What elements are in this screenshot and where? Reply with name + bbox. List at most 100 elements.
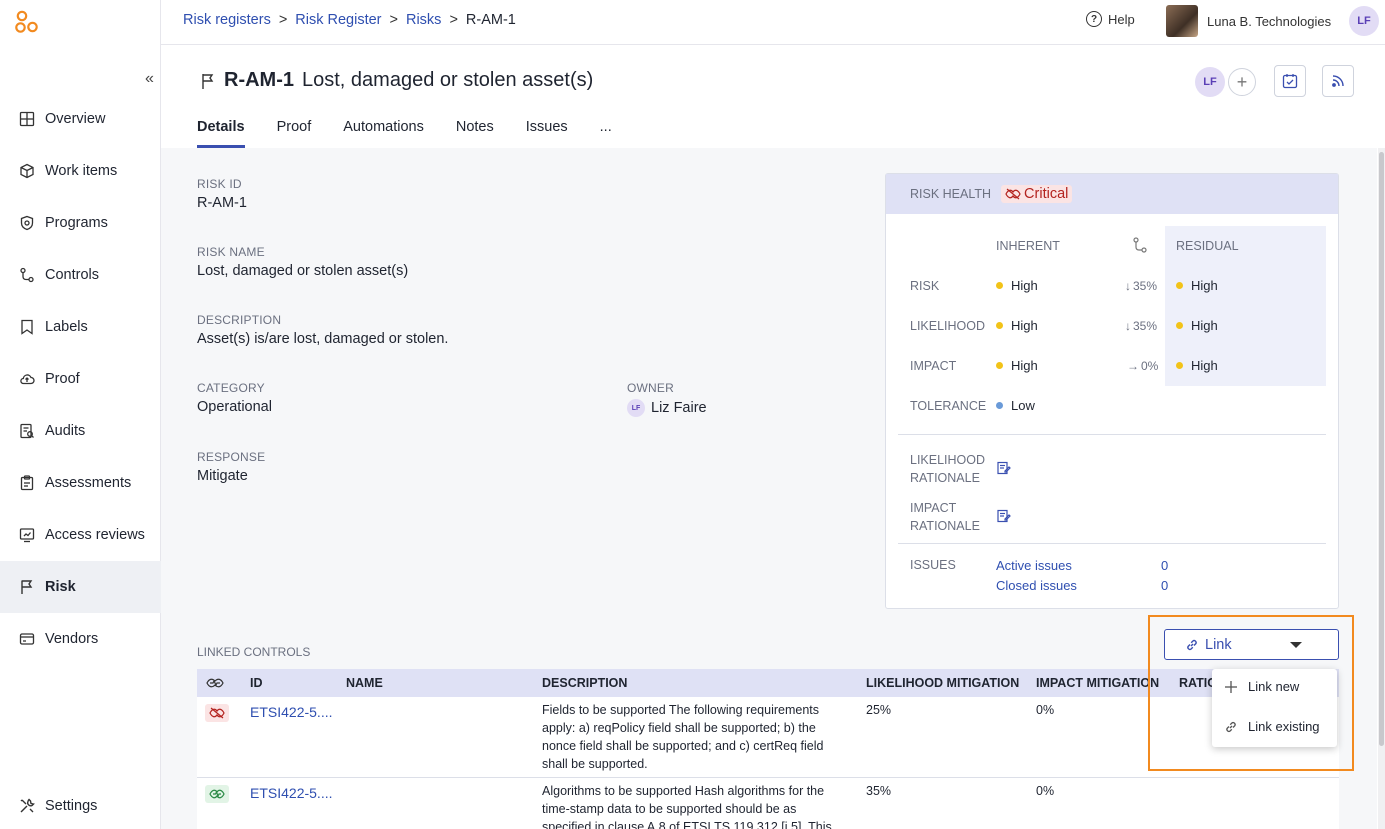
column-header-id[interactable]: ID (250, 676, 263, 690)
sidebar-item-labels[interactable]: Labels (0, 301, 161, 353)
tolerance-value: Low (996, 398, 1035, 413)
risk-residual: High (1176, 278, 1218, 293)
active-issues-link[interactable]: Active issues (996, 558, 1072, 573)
risk-id-title: R-AM-1 (224, 69, 294, 91)
scrollbar[interactable] (1378, 148, 1385, 829)
column-header-description[interactable]: DESCRIPTION (542, 676, 627, 690)
edit-note-icon[interactable] (997, 461, 1011, 475)
impact-change-value: 0% (1141, 359, 1159, 373)
closed-issues-count[interactable]: 0 (1161, 578, 1168, 593)
control-id-link[interactable]: ETSI422-5.... (250, 784, 332, 802)
risk-change-value: 35% (1133, 279, 1158, 293)
divider (898, 543, 1326, 544)
org-avatar (1166, 5, 1198, 37)
sidebar-item-label: Risk (45, 579, 76, 595)
likelihood-rationale-label: LIKELIHOOD RATIONALE (910, 453, 986, 485)
active-issues-count[interactable]: 0 (1161, 558, 1168, 573)
scrollbar-thumb[interactable] (1379, 152, 1384, 746)
sidebar-item-overview[interactable]: Overview (0, 93, 161, 145)
page-title: R-AM-1 Lost, damaged or stolen asset(s) (200, 69, 593, 92)
assignee-avatar[interactable]: LF (1195, 67, 1225, 97)
category-label: CATEGORY (197, 381, 265, 395)
risk-health-card: RISK HEALTH Critical INHERENT RESIDUAL R… (885, 173, 1339, 609)
sidebar: « Overview Work items Programs Controls … (0, 0, 161, 829)
likelihood-residual-value: High (1191, 318, 1218, 333)
unhealthy-icon (205, 704, 229, 722)
column-header-name[interactable]: NAME (346, 676, 383, 690)
flag-icon (202, 73, 214, 89)
sidebar-item-label: Labels (45, 319, 88, 335)
owner-value[interactable]: LF Liz Faire (627, 399, 707, 417)
impact-rationale-label: IMPACT RATIONALE (910, 501, 980, 533)
sidebar-item-label: Assessments (45, 475, 132, 491)
breadcrumb: Risk registers > Risk Register > Risks >… (183, 12, 516, 28)
sidebar-item-proof[interactable]: Proof (0, 353, 161, 405)
description-label: DESCRIPTION (197, 313, 282, 327)
inherent-header: INHERENT (996, 239, 1060, 253)
calendar-button[interactable] (1274, 65, 1306, 97)
clipboard-icon (18, 474, 36, 492)
user-avatar[interactable]: LF (1349, 6, 1379, 36)
arrow-down-icon: ↓ (1125, 319, 1131, 333)
response-label: RESPONSE (197, 450, 266, 464)
column-header-impact[interactable]: IMPACT MITIGATION (1036, 676, 1159, 690)
impact-residual-value: High (1191, 358, 1218, 373)
sidebar-item-assessments[interactable]: Assessments (0, 457, 161, 509)
collapse-sidebar-icon[interactable]: « (145, 70, 154, 88)
access-icon (18, 526, 36, 544)
tab-notes[interactable]: Notes (456, 108, 494, 148)
impact-mitigation: 0% (1036, 784, 1055, 798)
tab-issues[interactable]: Issues (526, 108, 568, 148)
sidebar-item-audits[interactable]: Audits (0, 405, 161, 457)
description-value: Asset(s) is/are lost, damaged or stolen. (197, 331, 449, 347)
org-switcher[interactable]: Luna B. Technologies (1166, 5, 1331, 37)
impact-change: → 0% (1127, 359, 1158, 373)
edit-note-icon[interactable] (997, 509, 1011, 523)
sidebar-item-settings[interactable]: Settings (0, 781, 161, 829)
breadcrumb-risk-register[interactable]: Risk Register (295, 12, 381, 28)
sidebar-item-label: Work items (45, 163, 118, 179)
risk-name-title: Lost, damaged or stolen asset(s) (302, 69, 594, 91)
tab-proof[interactable]: Proof (277, 108, 312, 148)
risk-id-value: R-AM-1 (197, 195, 247, 211)
shield-icon (18, 214, 36, 232)
controls-icon (18, 266, 36, 284)
app-logo-icon[interactable] (14, 9, 40, 35)
sidebar-item-work-items[interactable]: Work items (0, 145, 161, 197)
tab-details[interactable]: Details (197, 108, 245, 148)
branch-icon (1133, 237, 1147, 253)
health-column-icon (206, 678, 224, 688)
sidebar-item-risk[interactable]: Risk (0, 561, 161, 613)
low-dot (996, 402, 1003, 409)
breadcrumb-current: R-AM-1 (465, 12, 516, 28)
likelihood-change-value: 35% (1133, 319, 1158, 333)
status-badge: Critical (1001, 185, 1073, 203)
feed-button[interactable] (1322, 65, 1354, 97)
sidebar-item-programs[interactable]: Programs (0, 197, 161, 249)
tolerance-label: TOLERANCE (910, 399, 987, 413)
critical-shield-icon (1005, 188, 1021, 200)
impact-residual: High (1176, 358, 1218, 373)
help-link[interactable]: ? Help (1086, 11, 1135, 27)
tab-automations[interactable]: Automations (343, 108, 424, 148)
tab-more[interactable]: ... (600, 108, 612, 148)
cloud-icon (18, 370, 36, 388)
sidebar-item-label: Vendors (45, 631, 99, 647)
owner-label: OWNER (627, 381, 674, 395)
sidebar-item-controls[interactable]: Controls (0, 249, 161, 301)
breadcrumb-separator: > (449, 12, 458, 28)
focus-highlight-box (1148, 615, 1354, 771)
layout-icon (18, 110, 36, 128)
table-row[interactable]: ETSI422-5.... Algorithms to be supported… (197, 778, 1339, 829)
add-assignee-button[interactable]: + (1228, 68, 1256, 96)
sidebar-item-vendors[interactable]: Vendors (0, 613, 161, 665)
breadcrumb-risks[interactable]: Risks (406, 12, 441, 28)
impact-mitigation: 0% (1036, 703, 1055, 717)
breadcrumb-risk-registers[interactable]: Risk registers (183, 12, 271, 28)
org-name: Luna B. Technologies (1207, 13, 1332, 29)
control-id-link[interactable]: ETSI422-5.... (250, 703, 332, 721)
closed-issues-link[interactable]: Closed issues (996, 578, 1077, 593)
column-header-likelihood[interactable]: LIKELIHOOD MITIGATION (866, 676, 1019, 690)
sidebar-item-access-reviews[interactable]: Access reviews (0, 509, 161, 561)
help-icon: ? (1086, 11, 1102, 27)
